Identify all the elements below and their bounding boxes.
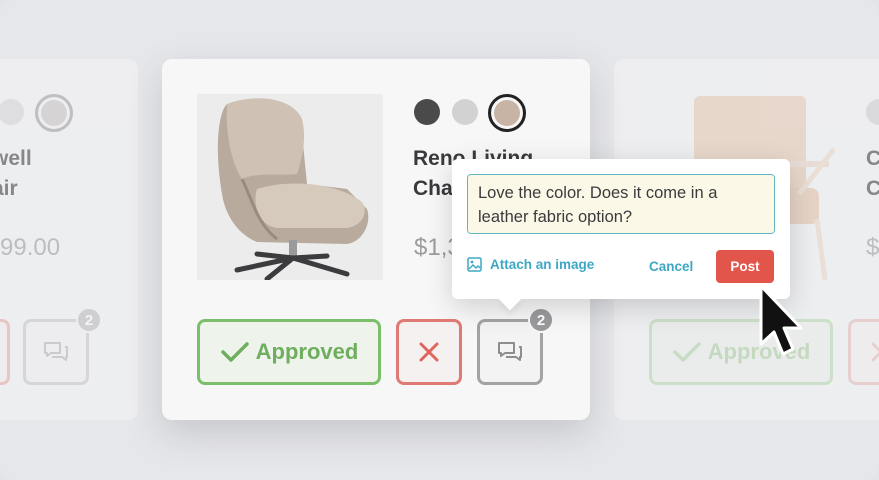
color-swatch[interactable]	[866, 99, 879, 125]
close-icon	[419, 342, 439, 362]
product-image	[197, 94, 383, 280]
close-icon	[871, 342, 879, 362]
mouse-cursor-icon	[759, 284, 803, 356]
check-icon	[220, 342, 249, 362]
comment-popover: Love the color. Does it come in a leathe…	[452, 159, 790, 311]
color-swatch-dark[interactable]	[414, 99, 440, 125]
image-icon	[467, 257, 482, 272]
reject-button[interactable]	[396, 319, 462, 385]
comment-icon	[498, 342, 522, 361]
product-price: $	[866, 234, 879, 261]
color-swatch-light[interactable]	[452, 99, 478, 125]
approve-button[interactable]: Approved	[197, 319, 381, 385]
cancel-button[interactable]: Cancel	[649, 259, 693, 274]
post-button[interactable]: Post	[716, 250, 774, 283]
color-swatch-selected[interactable]	[488, 94, 526, 132]
comment-icon	[44, 342, 68, 361]
reject-button[interactable]	[0, 319, 10, 385]
attach-image-link[interactable]: Attach an image	[467, 257, 594, 272]
product-price: 99.00	[0, 234, 61, 261]
comment-count-badge: 2	[76, 307, 102, 333]
attach-image-label: Attach an image	[490, 257, 595, 272]
approve-label: Approved	[255, 339, 359, 364]
product-title: well air	[0, 147, 32, 200]
color-swatch-selected[interactable]	[35, 94, 73, 132]
check-icon	[672, 342, 701, 362]
comment-input[interactable]: Love the color. Does it come in a leathe…	[467, 174, 775, 234]
stage: well air 99.00 2 C C $ Approved	[0, 0, 879, 480]
lounge-chair-image	[197, 94, 383, 280]
product-title: C C	[866, 147, 879, 200]
color-swatch[interactable]	[0, 99, 24, 125]
product-card-left: well air 99.00 2	[0, 59, 138, 420]
comment-count-badge: 2	[528, 307, 554, 333]
reject-button[interactable]	[848, 319, 879, 385]
